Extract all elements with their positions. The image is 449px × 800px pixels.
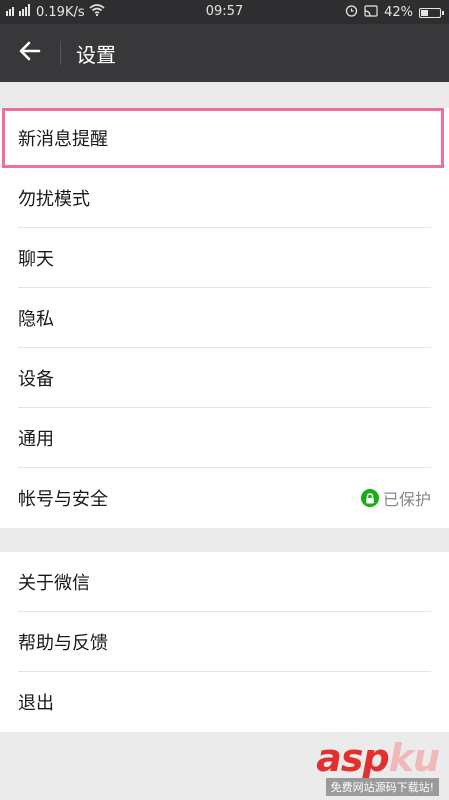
nav-bar: 设置	[0, 24, 449, 82]
alarm-icon	[345, 4, 358, 21]
settings-item-account-security[interactable]: 帐号与安全 已保护	[0, 468, 449, 528]
settings-item-label: 退出	[18, 693, 54, 714]
settings-item-logout[interactable]: 退出	[0, 672, 449, 732]
watermark-text: aspku	[316, 736, 440, 780]
settings-item-label: 帮助与反馈	[18, 633, 108, 654]
settings-item-general[interactable]: 通用	[0, 408, 449, 468]
settings-item-chat[interactable]: 聊天	[0, 228, 449, 288]
settings-group-main: 新消息提醒 勿扰模式 聊天 隐私 设备 通用 帐号与安全 已保护	[0, 108, 449, 528]
cast-icon	[364, 4, 378, 21]
settings-item-do-not-disturb[interactable]: 勿扰模式	[0, 168, 449, 228]
settings-item-devices[interactable]: 设备	[0, 348, 449, 408]
status-right: 42%	[345, 4, 444, 21]
settings-item-label: 勿扰模式	[18, 189, 90, 210]
lock-icon	[360, 489, 379, 507]
settings-item-label: 通用	[18, 429, 54, 450]
nav-divider	[60, 41, 61, 65]
protected-status: 已保护	[360, 486, 431, 510]
settings-item-label: 隐私	[18, 309, 54, 330]
battery-text: 42%	[384, 5, 413, 20]
watermark-subtitle: 免费网站源码下载站!	[325, 778, 439, 796]
page-title: 设置	[76, 43, 116, 67]
battery-fill	[421, 9, 429, 16]
settings-item-label: 新消息提醒	[18, 129, 108, 150]
back-button[interactable]	[10, 36, 50, 70]
settings-item-label: 设备	[18, 369, 54, 390]
settings-item-label: 帐号与安全	[18, 489, 108, 510]
settings-item-new-message-alerts[interactable]: 新消息提醒	[2, 108, 444, 168]
settings-item-privacy[interactable]: 隐私	[0, 288, 449, 348]
status-bar: 0.19K/s 09:57 42%	[0, 0, 449, 24]
settings-item-help-feedback[interactable]: 帮助与反馈	[0, 612, 449, 672]
settings-item-about-wechat[interactable]: 关于微信	[0, 552, 449, 612]
battery-icon	[419, 7, 444, 18]
protected-status-text: 已保护	[382, 490, 431, 509]
settings-group-secondary: 关于微信 帮助与反馈 退出	[0, 552, 449, 732]
back-arrow-icon	[19, 41, 41, 65]
settings-item-label: 聊天	[18, 249, 54, 270]
settings-item-label: 关于微信	[18, 573, 90, 594]
watermark-logo: aspku 免费网站源码下载站!	[270, 736, 445, 796]
